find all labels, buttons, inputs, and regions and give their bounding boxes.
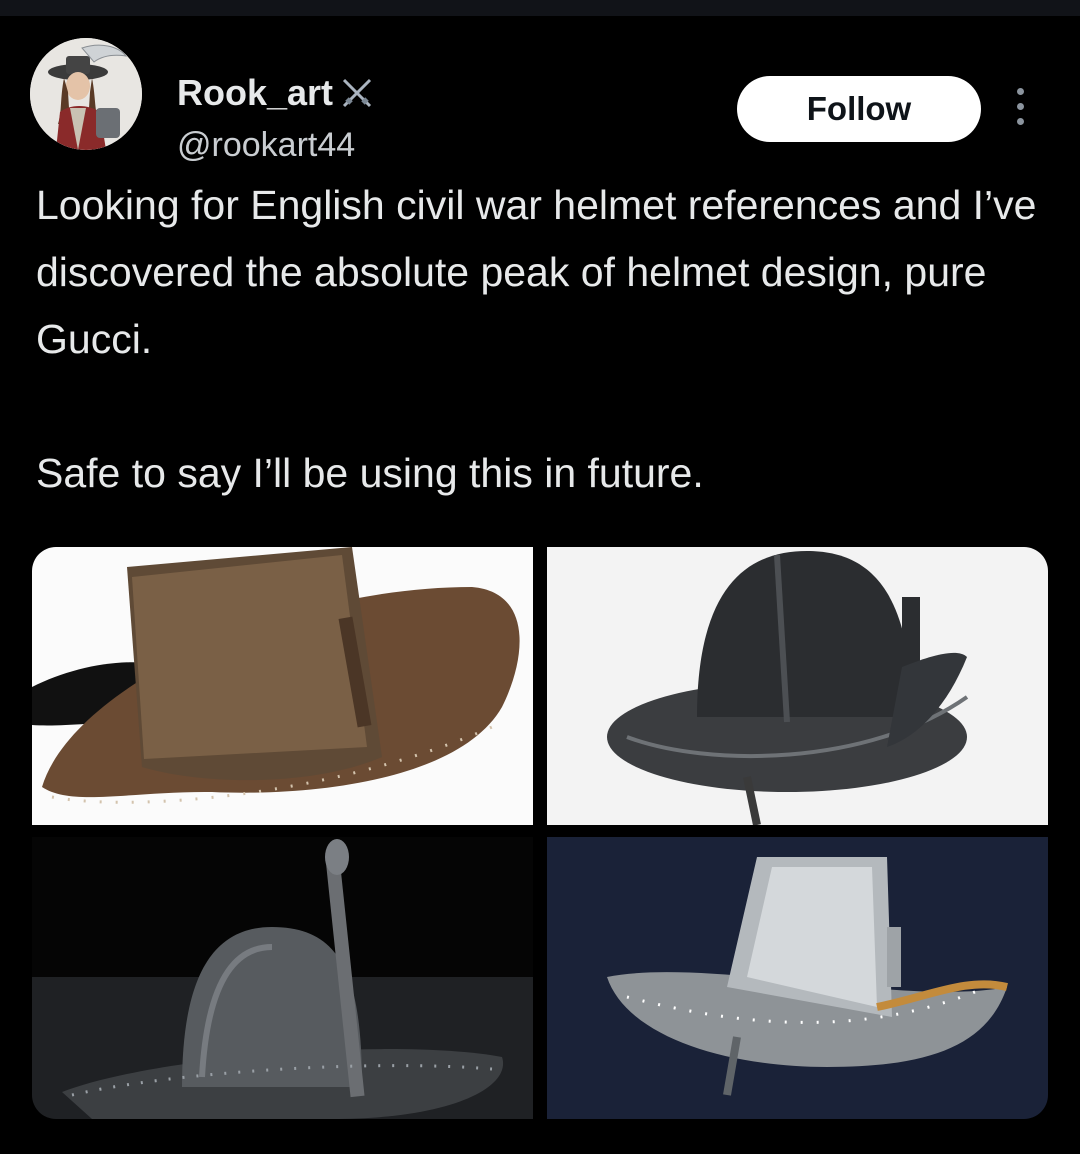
avatar[interactable] bbox=[30, 38, 142, 150]
user-handle[interactable]: @rookart44 bbox=[177, 126, 355, 165]
media-image-2[interactable] bbox=[547, 547, 1048, 825]
media-image-1[interactable] bbox=[32, 547, 533, 825]
follow-button[interactable]: Follow bbox=[737, 76, 981, 142]
crossed-swords-icon bbox=[339, 75, 375, 111]
status-bar bbox=[0, 0, 1080, 16]
media-image-4[interactable] bbox=[547, 837, 1048, 1119]
display-name[interactable]: Rook_art bbox=[177, 72, 375, 114]
media-image-3[interactable] bbox=[32, 837, 533, 1119]
more-vertical-icon[interactable] bbox=[1010, 88, 1030, 132]
display-name-text: Rook_art bbox=[177, 72, 334, 113]
tweet-header: Rook_art @rookart44 Follow bbox=[0, 30, 1080, 164]
tweet-paragraph: Safe to say I’ll be using this in future… bbox=[36, 450, 704, 496]
tweet-text: Looking for English civil war helmet ref… bbox=[36, 172, 1056, 507]
media-grid bbox=[32, 547, 1048, 1119]
tweet-paragraph: Looking for English civil war helmet ref… bbox=[36, 182, 1037, 362]
